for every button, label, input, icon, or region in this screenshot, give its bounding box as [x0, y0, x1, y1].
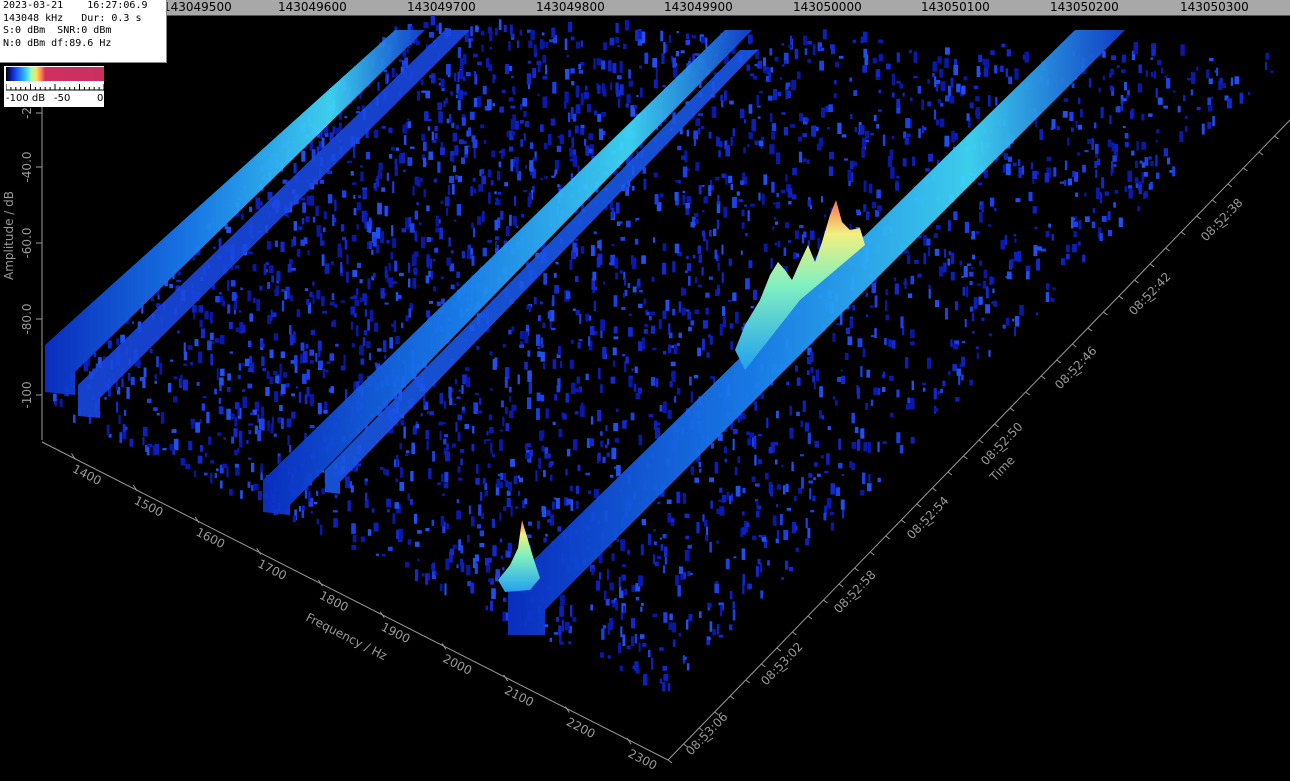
amplitude-tick-label: -2 [20, 107, 34, 119]
waterfall-3d-plot[interactable]: Amplitude / dB -2 -40.0 -60.0 -80.0 -100 Fre… [0, 0, 1290, 781]
frequency-tick-label: 1500 [132, 493, 166, 519]
legend-max-label: 0 [97, 93, 104, 104]
time-tick-label: 08:52:54 [904, 494, 952, 543]
info-noise: N:0 dBm df:89.6 Hz [3, 37, 112, 49]
amplitude-tick-label: -100 [20, 381, 34, 408]
amplitude-tick-label: -60.0 [20, 227, 34, 258]
frequency-tick-label: 2100 [502, 683, 536, 709]
info-panel: 2023-03-21 16:27:06.9 143048 kHz Dur: 0.… [0, 0, 167, 63]
color-scale-legend: -100 dB -50 0 [4, 66, 104, 107]
legend-min-label: -100 dB [6, 93, 46, 104]
time-tick-label: 08:52:58 [831, 568, 879, 617]
frequency-tick-label: 2300 [626, 746, 660, 772]
time-axis: Time 08:52:3808:52:4208:52:4608:52:5008:… [667, 135, 1279, 764]
frequency-tick-label: 1400 [70, 462, 104, 488]
amplitude-tick-label: -40.0 [20, 151, 34, 182]
amplitude-axis: Amplitude / dB -2 -40.0 -60.0 -80.0 -100 [2, 107, 42, 409]
frequency-tick-label: 2000 [441, 651, 475, 677]
frequency-tick-label: 1700 [255, 557, 289, 583]
legend-scale-ticks [6, 84, 104, 91]
info-signal: S:0 dBm SNR:0 dBm [3, 25, 112, 36]
signal-ridges [45, 30, 1125, 635]
frequency-tick-label: 1600 [194, 525, 228, 551]
info-frequency: 143048 kHz Dur: 0.3 s [3, 12, 142, 24]
frequency-tick-label: 1800 [317, 588, 351, 614]
frequency-tick-label: 2200 [564, 715, 598, 741]
amplitude-axis-title: Amplitude / dB [2, 191, 16, 280]
frequency-axis-title: Frequency / Hz [304, 610, 390, 663]
time-tick-label: 08:52:46 [1052, 344, 1100, 393]
time-tick-label: 08:52:42 [1126, 270, 1174, 319]
color-gradient-bar [6, 67, 104, 81]
legend-mid-label: -50 [54, 93, 71, 104]
frequency-tick-label: 1900 [379, 620, 413, 646]
time-tick-label: 08:52:38 [1198, 196, 1246, 245]
signal-peak-2 [498, 520, 540, 592]
time-tick-label: 08:53:02 [758, 640, 806, 689]
info-datetime: 2023-03-21 16:27:06.9 [3, 0, 148, 11]
time-tick-label: 08:53:06 [683, 710, 731, 759]
amplitude-tick-label: -80.0 [20, 303, 34, 334]
